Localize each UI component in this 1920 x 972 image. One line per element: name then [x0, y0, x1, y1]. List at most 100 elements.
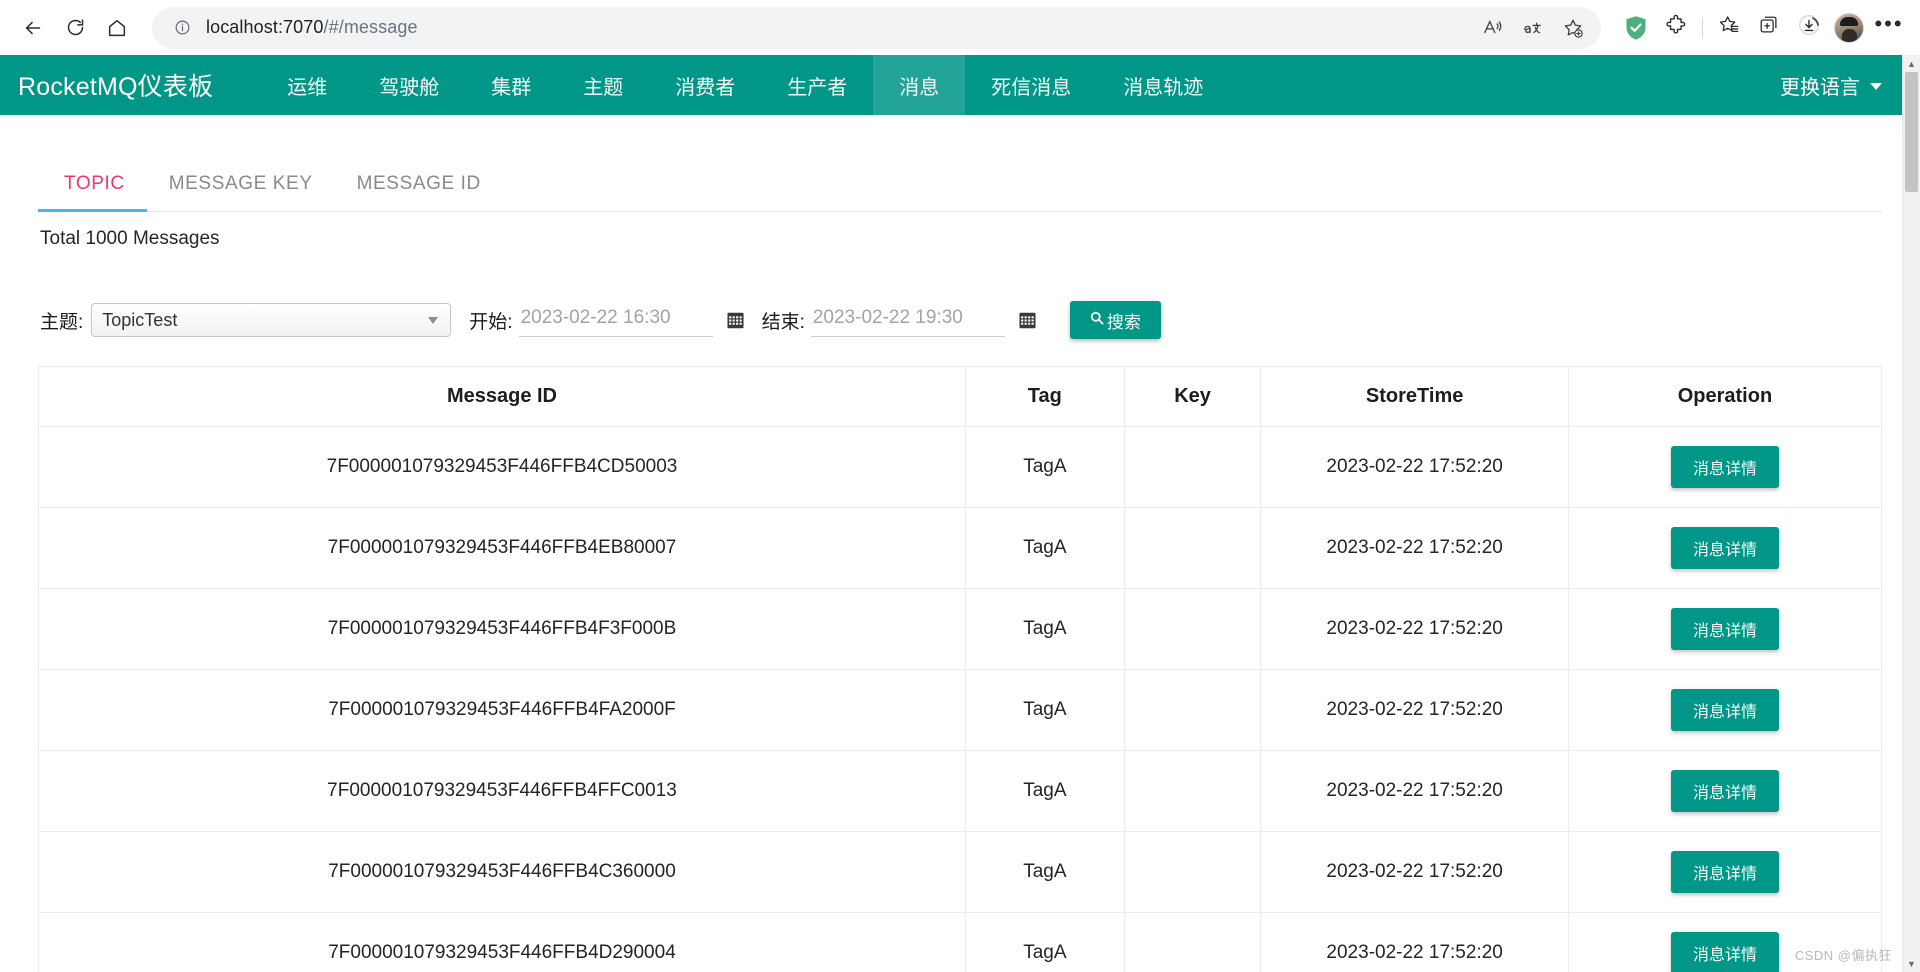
cell-operation: 消息详情	[1568, 426, 1883, 508]
reload-icon	[65, 17, 86, 38]
cell-message-id: 7F000001079329453F446FFB4C360000	[39, 831, 966, 913]
cell-tag: TagA	[965, 831, 1125, 913]
add-favorite-icon[interactable]	[1555, 10, 1591, 46]
message-detail-button[interactable]: 消息详情	[1670, 608, 1779, 650]
language-switcher[interactable]: 更换语言	[1760, 55, 1920, 115]
url-host: localhost:7070	[206, 17, 324, 37]
scroll-down-arrow-icon[interactable]: ▼	[1903, 955, 1920, 972]
address-bar[interactable]: localhost:7070/#/message	[152, 6, 1601, 49]
downloads-icon	[1797, 13, 1821, 42]
cell-message-id: 7F000001079329453F446FFB4FA2000F	[39, 669, 966, 751]
table-body: 7F000001079329453F446FFB4CD50003 TagA 20…	[39, 426, 1883, 972]
nav-item-producer[interactable]: 生产者	[761, 55, 873, 115]
app-nav-items: 运维 驾驶舱 集群 主题 消费者 生产者 消息 死信消息 消息轨迹	[261, 55, 1229, 115]
nav-item-message[interactable]: 消息	[873, 55, 966, 115]
table-head: Message ID Tag Key StoreTime Operation	[39, 367, 1883, 427]
extensions-icon	[1665, 14, 1687, 41]
extensions-button[interactable]	[1657, 9, 1695, 47]
nav-item-cluster[interactable]: 集群	[465, 55, 557, 115]
cell-operation: 消息详情	[1568, 669, 1883, 751]
home-icon	[106, 17, 128, 39]
app-navbar: RocketMQ仪表板 运维 驾驶舱 集群 主题 消费者 生产者 消息 死信消息…	[0, 55, 1920, 115]
message-detail-button[interactable]: 消息详情	[1670, 689, 1779, 731]
end-time-input[interactable]	[810, 303, 1005, 337]
table-row: 7F000001079329453F446FFB4EB80007 TagA 20…	[39, 507, 1883, 589]
magnifier-icon	[1090, 310, 1104, 330]
page-viewport: RocketMQ仪表板 运维 驾驶舱 集群 主题 消费者 生产者 消息 死信消息…	[0, 55, 1920, 972]
home-button[interactable]	[96, 7, 138, 49]
adblock-shield-button[interactable]	[1617, 9, 1655, 47]
collections-button[interactable]	[1750, 9, 1788, 47]
url-text: localhost:7070/#/message	[206, 17, 418, 38]
omnibox-actions	[1475, 10, 1591, 46]
nav-item-dashboard[interactable]: 驾驶舱	[353, 55, 465, 115]
calendar-icon-begin[interactable]	[727, 311, 744, 329]
scrollbar-thumb[interactable]	[1905, 72, 1918, 192]
translate-icon[interactable]	[1515, 10, 1551, 46]
nav-item-consumer[interactable]: 消费者	[649, 55, 761, 115]
app-brand[interactable]: RocketMQ仪表板	[18, 55, 227, 115]
message-detail-button[interactable]: 消息详情	[1670, 770, 1779, 812]
tab-message-key[interactable]: MESSAGE KEY	[147, 173, 335, 211]
back-arrow-icon	[22, 17, 44, 39]
col-header-key: Key	[1124, 367, 1262, 427]
cell-key	[1124, 669, 1262, 751]
col-header-tag: Tag	[965, 367, 1125, 427]
browser-toolbar: localhost:7070/#/message •••	[0, 0, 1920, 55]
adblock-shield-icon	[1624, 15, 1648, 41]
reload-button[interactable]	[54, 7, 96, 49]
scroll-up-arrow-icon[interactable]: ▲	[1903, 55, 1920, 72]
cell-store-time: 2023-02-22 17:52:20	[1260, 831, 1569, 913]
search-button-label: 搜索	[1106, 312, 1141, 332]
nav-item-ops[interactable]: 运维	[261, 55, 353, 115]
col-header-store-time: StoreTime	[1260, 367, 1569, 427]
cell-message-id: 7F000001079329453F446FFB4CD50003	[39, 426, 966, 508]
profile-button[interactable]	[1830, 9, 1868, 47]
cell-tag: TagA	[965, 507, 1125, 589]
site-info-icon[interactable]	[170, 16, 194, 40]
messages-table: Message ID Tag Key StoreTime Operation 7…	[39, 367, 1883, 972]
tab-topic[interactable]: TOPIC	[38, 173, 147, 212]
nav-item-topic[interactable]: 主题	[557, 55, 649, 115]
browser-actions: •••	[1611, 9, 1908, 47]
cell-operation: 消息详情	[1568, 750, 1883, 832]
topic-select[interactable]: TopicTest	[91, 303, 452, 337]
messages-table-wrap: Message ID Tag Key StoreTime Operation 7…	[38, 366, 1883, 972]
cell-key	[1124, 750, 1262, 832]
tab-message-id[interactable]: MESSAGE ID	[335, 173, 503, 211]
nav-item-message-trace[interactable]: 消息轨迹	[1097, 55, 1229, 115]
nav-item-dead-letter[interactable]: 死信消息	[965, 55, 1097, 115]
cell-store-time: 2023-02-22 17:52:20	[1260, 507, 1569, 589]
cell-store-time: 2023-02-22 17:52:20	[1260, 669, 1569, 751]
downloads-button[interactable]	[1790, 9, 1828, 47]
cell-operation: 消息详情	[1568, 507, 1883, 589]
message-detail-button[interactable]: 消息详情	[1670, 851, 1779, 893]
profile-avatar	[1834, 12, 1864, 43]
favorites-button[interactable]	[1710, 9, 1748, 47]
cell-key	[1124, 426, 1262, 508]
cell-tag: TagA	[965, 669, 1125, 751]
more-settings-icon: •••	[1874, 10, 1904, 36]
table-row: 7F000001079329453F446FFB4FA2000F TagA 20…	[39, 669, 1883, 751]
table-header-row: Message ID Tag Key StoreTime Operation	[39, 367, 1883, 427]
read-aloud-icon[interactable]	[1475, 10, 1511, 46]
begin-time-input[interactable]	[518, 303, 713, 337]
watermark: CSDN @偏执狂	[1794, 948, 1892, 963]
cell-operation: 消息详情	[1568, 588, 1883, 670]
more-settings-button[interactable]: •••	[1870, 9, 1908, 47]
topic-label: 主题:	[40, 311, 84, 333]
cell-key	[1124, 831, 1262, 913]
calendar-icon-end[interactable]	[1019, 311, 1036, 329]
cell-store-time: 2023-02-22 17:52:20	[1260, 750, 1569, 832]
cell-store-time: 2023-02-22 17:52:20	[1260, 912, 1569, 972]
cell-key	[1124, 588, 1262, 670]
cell-tag: TagA	[965, 426, 1125, 508]
cell-message-id: 7F000001079329453F446FFB4FFC0013	[39, 750, 966, 832]
search-button[interactable]: 搜索	[1069, 301, 1161, 339]
message-detail-button[interactable]: 消息详情	[1670, 527, 1779, 569]
vertical-scrollbar[interactable]: ▲ ▼	[1902, 55, 1920, 972]
cell-tag: TagA	[965, 912, 1125, 972]
message-detail-button[interactable]: 消息详情	[1670, 932, 1779, 972]
back-button[interactable]	[12, 7, 54, 49]
message-detail-button[interactable]: 消息详情	[1670, 446, 1779, 488]
